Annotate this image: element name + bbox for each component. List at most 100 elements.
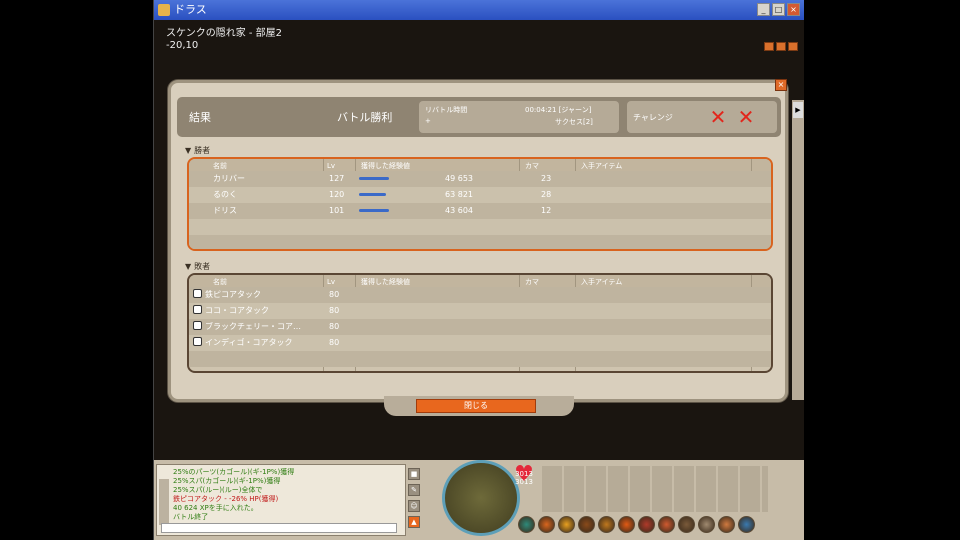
spell-slot-icon[interactable] <box>738 516 755 533</box>
chat-tool-icon[interactable]: ■ <box>408 468 420 480</box>
item-shortcut-grid[interactable] <box>542 466 768 512</box>
map-info: スケンクの隠れ家 - 部屋2 -20,10 <box>166 28 282 52</box>
spell-slot-icon[interactable] <box>618 516 635 533</box>
empty-row <box>189 351 771 367</box>
winner-level: 101 <box>329 206 345 215</box>
spell-slot-icon[interactable] <box>718 516 735 533</box>
chat-line: 25%スパ(ルー)(ルー)全体で <box>173 486 263 494</box>
battle-result-dialog: × 結果 バトル勝利 リバトル時間 00:04:21 [ジャーン] + サクセス… <box>168 79 788 402</box>
hp-value: 3013 3013 <box>515 470 533 486</box>
winners-section-label: ▼ 勝者 <box>185 145 210 156</box>
winner-name: るのく <box>213 190 237 199</box>
chat-line: 鉄ピコアタック - -26% HP(獲得) <box>173 495 279 503</box>
col-kama: カマ <box>525 278 539 286</box>
close-window-button[interactable]: × <box>787 3 800 16</box>
col-items: 入手アイテム <box>581 278 623 286</box>
loser-row[interactable]: ココ・コアタック 80 <box>189 303 771 319</box>
winner-row[interactable]: ドリス 101 43 604 12 <box>189 203 771 219</box>
losers-table: 名前 Lv 獲得した経験値 カマ 入手アイテム 鉄ピコアタック 80 ココ・コアタッ… <box>187 273 773 373</box>
winner-level: 120 <box>329 190 345 199</box>
col-items: 入手アイテム <box>581 162 623 170</box>
losers-section-label: ▼ 敗者 <box>185 261 210 272</box>
chat-panel: 25%のパーツ(カゴール)(ギ-1P%)獲得 25%スパ(カゴール)(ギ-1P%)… <box>156 464 406 536</box>
help-button[interactable] <box>776 42 786 51</box>
col-xp: 獲得した経験値 <box>361 162 410 170</box>
loser-level: 80 <box>329 290 340 299</box>
winner-xp: 43 604 <box>445 206 473 215</box>
info-left-top: リバトル時間 <box>425 106 468 114</box>
close-dialog-button[interactable]: 閉じる <box>416 399 536 413</box>
col-xp: 獲得した経験値 <box>361 278 410 286</box>
winners-table: 名前 Lv 獲得した経験値 カマ 入手アイテム カリバー 127 49 653 23 る… <box>187 157 773 251</box>
minimize-button[interactable]: _ <box>757 3 770 16</box>
scroll-arrow-icon[interactable]: ▶ <box>793 102 803 118</box>
winner-name: カリバー <box>213 174 245 183</box>
spell-slot-icon[interactable] <box>558 516 575 533</box>
winner-row[interactable]: るのく 120 63 821 28 <box>189 187 771 203</box>
options-button[interactable] <box>764 42 774 51</box>
app-icon <box>158 4 170 16</box>
winner-row[interactable]: カリバー 127 49 653 23 <box>189 171 771 187</box>
xp-progress-bar <box>359 193 386 196</box>
loser-row[interactable]: ブラックチェリー・コア… 80 <box>189 319 771 335</box>
chat-log: 25%のパーツ(カゴール)(ギ-1P%)獲得 25%スパ(カゴール)(ギ-1P%)… <box>157 465 405 522</box>
window-titlebar: ドラス _ □ × <box>154 0 804 20</box>
dialog-close-icon[interactable]: × <box>775 79 787 91</box>
chat-line: 25%スパ(カゴール)(ギ-1P%)獲得 <box>173 477 281 485</box>
spell-slot-icon[interactable] <box>598 516 615 533</box>
challenge-label: チャレンジ <box>633 113 673 122</box>
spell-slot-icon[interactable] <box>658 516 675 533</box>
battle-title: バトル勝利 <box>337 111 393 124</box>
empty-row <box>189 235 771 249</box>
chat-input[interactable] <box>161 523 397 533</box>
chat-line: 25%のパーツ(カゴール)(ギ-1P%)獲得 <box>173 468 295 476</box>
chat-line: 40 624 XPを手に入れた。 <box>173 504 258 512</box>
challenge-failed-icon: ✕ <box>737 105 755 129</box>
exit-button[interactable] <box>788 42 798 51</box>
loser-row[interactable]: 鉄ピコアタック 80 <box>189 287 771 303</box>
battle-info-box: リバトル時間 00:04:21 [ジャーン] + サクセス[2] <box>419 101 619 133</box>
loser-row[interactable]: インディゴ・コアタック 80 <box>189 335 771 351</box>
challenge-box: チャレンジ ✕ ✕ <box>627 101 777 133</box>
spell-slot-icon[interactable] <box>538 516 555 533</box>
losers-label: 敗者 <box>194 262 211 271</box>
dialog-header: 結果 バトル勝利 リバトル時間 00:04:21 [ジャーン] + サクセス[2… <box>177 97 781 137</box>
info-left-bottom: + <box>425 117 431 125</box>
spell-slot-icon[interactable] <box>518 516 535 533</box>
bottom-hud: 25%のパーツ(カゴール)(ギ-1P%)獲得 25%スパ(カゴール)(ギ-1P%)… <box>154 460 804 540</box>
loser-level: 80 <box>329 306 340 315</box>
loser-level: 80 <box>329 338 340 347</box>
winner-name: ドリス <box>213 206 237 215</box>
collapse-triangle-icon[interactable]: ▼ <box>185 146 191 155</box>
pencil-icon[interactable]: ✎ <box>408 484 420 496</box>
empty-row <box>189 219 771 235</box>
loser-name-cell: 鉄ピコアタック <box>193 287 261 303</box>
map-coords: -20,10 <box>166 40 199 51</box>
loser-name: インディゴ・コアタック <box>205 338 293 347</box>
winners-rows: カリバー 127 49 653 23 るのく 120 63 821 28 ドリス 101 43 60… <box>189 171 771 249</box>
losers-rows: 鉄ピコアタック 80 ココ・コアタック 80 ブラックチェリー・コア… 80 インディゴ・コ… <box>189 287 771 367</box>
loser-name: 鉄ピコアタック <box>205 290 261 299</box>
side-scrollbar[interactable]: ▶ <box>792 100 804 400</box>
spell-slot-icon[interactable] <box>578 516 595 533</box>
col-name: 名前 <box>213 278 227 286</box>
people-icon[interactable]: ☺ <box>408 500 420 512</box>
info-right-bottom: サクセス[2] <box>555 118 593 126</box>
spell-slot-icon[interactable] <box>638 516 655 533</box>
character-globe[interactable] <box>442 460 520 536</box>
winner-kama: 12 <box>541 206 552 215</box>
chat-send-icon[interactable]: ▲ <box>408 516 420 528</box>
collapse-triangle-icon[interactable]: ▼ <box>185 262 191 271</box>
spell-slot-icon[interactable] <box>678 516 695 533</box>
winners-label: 勝者 <box>194 146 211 155</box>
maximize-button[interactable]: □ <box>772 3 785 16</box>
result-label: 結果 <box>189 111 211 124</box>
chat-scrollbar[interactable] <box>159 479 169 525</box>
map-name: スケンクの隠れ家 - 部屋2 <box>166 28 283 39</box>
loser-name-cell: インディゴ・コアタック <box>193 335 292 351</box>
losers-table-header: 名前 Lv 獲得した経験値 カマ 入手アイテム <box>189 275 771 287</box>
loser-name-cell: ココ・コアタック <box>193 303 269 319</box>
xp-progress-bar <box>359 209 389 212</box>
spell-slot-icon[interactable] <box>698 516 715 533</box>
game-viewport: スケンクの隠れ家 - 部屋2 -20,10 × 結果 バトル勝利 リバトル時間 … <box>154 20 804 460</box>
